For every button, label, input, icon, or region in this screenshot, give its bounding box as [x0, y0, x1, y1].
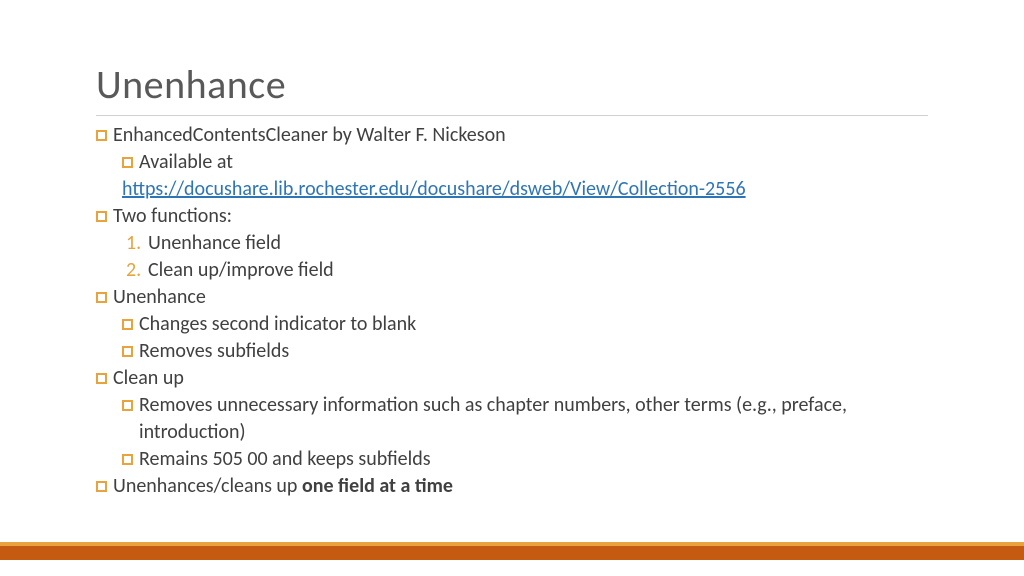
square-bullet-icon [122, 346, 133, 357]
bullet-text: Available at [139, 149, 233, 176]
text-prefix: Unenhances/cleans up [113, 474, 302, 498]
slide: Unenhance EnhancedContentsCleaner by Wal… [0, 0, 1024, 500]
square-bullet-icon [122, 400, 133, 411]
bullet-item: Clean up [96, 365, 928, 392]
square-bullet-icon [122, 157, 133, 168]
bullet-item: Unenhance [96, 284, 928, 311]
bullet-text: Remains 505 00 and keeps subfields [139, 446, 431, 473]
bullet-text: Clean up [113, 365, 184, 392]
square-bullet-icon [96, 211, 107, 222]
bullet-item: Unenhances/cleans up one field at a time [96, 473, 928, 500]
bullet-item: Removes unnecessary information such as … [122, 392, 928, 446]
numbered-text: Unenhance field [148, 230, 281, 257]
bullet-item: EnhancedContentsCleaner by Walter F. Nic… [96, 122, 928, 149]
bullet-text: Unenhances/cleans up one field at a time [113, 473, 453, 500]
square-bullet-icon [96, 292, 107, 303]
text-bold: one field at a time [302, 474, 453, 498]
bullet-text: Removes subfields [139, 338, 289, 365]
square-bullet-icon [122, 454, 133, 465]
numbered-item: 2. Clean up/improve field [122, 257, 928, 284]
square-bullet-icon [122, 319, 133, 330]
bullet-text: Unenhance [113, 284, 206, 311]
number-marker: 1. [122, 230, 148, 257]
bullet-text: Two functions: [113, 203, 232, 230]
bullet-text: Removes unnecessary information such as … [139, 392, 928, 446]
square-bullet-icon [96, 373, 107, 384]
number-marker: 2. [122, 257, 148, 284]
bullet-item: Two functions: [96, 203, 928, 230]
bullet-item: Removes subfields [122, 338, 928, 365]
slide-title: Unenhance [96, 60, 928, 116]
bullet-text: Changes second indicator to blank [139, 311, 416, 338]
footer-decoration-bar [0, 542, 1024, 560]
bullet-text: EnhancedContentsCleaner by Walter F. Nic… [113, 122, 506, 149]
numbered-item: 1. Unenhance field [122, 230, 928, 257]
bullet-item: Changes second indicator to blank [122, 311, 928, 338]
link-line: https://docushare.lib.rochester.edu/docu… [122, 176, 928, 203]
bullet-item: Remains 505 00 and keeps subfields [122, 446, 928, 473]
square-bullet-icon [96, 130, 107, 141]
docushare-link[interactable]: https://docushare.lib.rochester.edu/docu… [122, 176, 746, 203]
square-bullet-icon [96, 481, 107, 492]
slide-content: EnhancedContentsCleaner by Walter F. Nic… [96, 122, 928, 500]
numbered-text: Clean up/improve field [148, 257, 334, 284]
bullet-item: Available at [122, 149, 928, 176]
